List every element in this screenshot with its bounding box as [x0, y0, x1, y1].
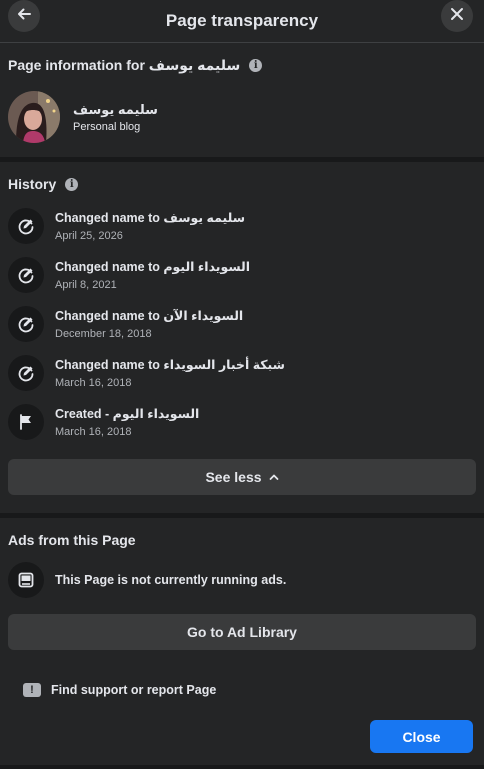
history-item: Changed name to السويداء الآن December 1… [8, 299, 476, 348]
edit-icon [8, 256, 44, 293]
close-button[interactable]: Close [370, 720, 473, 753]
ad-screen-icon [8, 562, 44, 598]
history-item-date: December 18, 2018 [55, 327, 152, 340]
history-item-title: Changed name to السويداء الآن [55, 308, 244, 323]
ad-library-label: Go to Ad Library [187, 624, 297, 640]
history-heading: History i [8, 176, 476, 192]
ads-status-row: This Page is not currently running ads. [8, 562, 476, 598]
ads-status-text: This Page is not currently running ads. [55, 573, 287, 587]
history-item-title: Changed name to السويداء اليوم [55, 259, 251, 274]
history-item: Changed name to السويداء اليوم April 8, … [8, 250, 476, 299]
history-item: Changed name to شبكة أخبار السويداء Marc… [8, 348, 476, 397]
page-info-heading: Page information for سليمه يوسف i [8, 57, 476, 74]
history-title: History [8, 176, 57, 192]
report-icon: ! [23, 683, 41, 697]
chevron-up-icon [269, 473, 279, 481]
go-to-ad-library-button[interactable]: Go to Ad Library [8, 614, 476, 650]
bottom-edge [0, 765, 484, 769]
dialog-header: Page transparency [0, 0, 484, 43]
profile-row: سليمه يوسف Personal blog [8, 91, 476, 143]
support-label: Find support or report Page [51, 683, 217, 697]
see-less-button[interactable]: See less [8, 459, 476, 495]
info-icon[interactable]: i [65, 177, 79, 191]
history-item-date: April 25, 2026 [55, 229, 123, 242]
history-item-date: April 8, 2021 [55, 278, 117, 291]
back-button[interactable] [8, 0, 40, 32]
close-icon [450, 7, 464, 26]
arrow-left-icon [16, 6, 32, 27]
page-category: Personal blog [73, 120, 141, 133]
flag-icon [8, 403, 44, 440]
edit-icon [8, 305, 44, 342]
info-icon[interactable]: i [249, 59, 263, 72]
dialog-title: Page transparency [165, 11, 319, 30]
history-section: History i Changed name to سليمه يوسف Apr… [0, 162, 484, 495]
history-item: Created - السويداء اليوم March 16, 2018 [8, 397, 476, 446]
page-info-title: Page information for سليمه يوسف [8, 57, 241, 73]
history-item-date: March 16, 2018 [55, 376, 132, 389]
edit-icon [8, 207, 44, 244]
page-name[interactable]: سليمه يوسف [73, 102, 168, 118]
history-item: Changed name to سليمه يوسف April 25, 202… [8, 201, 476, 250]
page-transparency-dialog: Page transparency Page information for س… [0, 0, 484, 769]
close-x-button[interactable] [441, 0, 473, 32]
history-list: Changed name to سليمه يوسف April 25, 202… [8, 201, 476, 446]
history-item-title: Changed name to شبكة أخبار السويداء [55, 357, 285, 372]
ads-section: Ads from this Page This Page is not curr… [0, 518, 484, 650]
history-item-title: Created - السويداء اليوم [55, 406, 200, 421]
avatar[interactable] [8, 91, 60, 143]
history-item-title: Changed name to سليمه يوسف [55, 210, 245, 225]
see-less-label: See less [205, 469, 262, 485]
find-support-link[interactable]: ! Find support or report Page [23, 683, 216, 697]
ads-title: Ads from this Page [8, 532, 136, 548]
page-information-section: Page information for سليمه يوسف i سليمه … [0, 43, 484, 143]
close-label: Close [402, 728, 441, 745]
profile-text: سليمه يوسف Personal blog [73, 102, 168, 133]
edit-icon [8, 354, 44, 391]
history-item-date: March 16, 2018 [55, 425, 132, 438]
